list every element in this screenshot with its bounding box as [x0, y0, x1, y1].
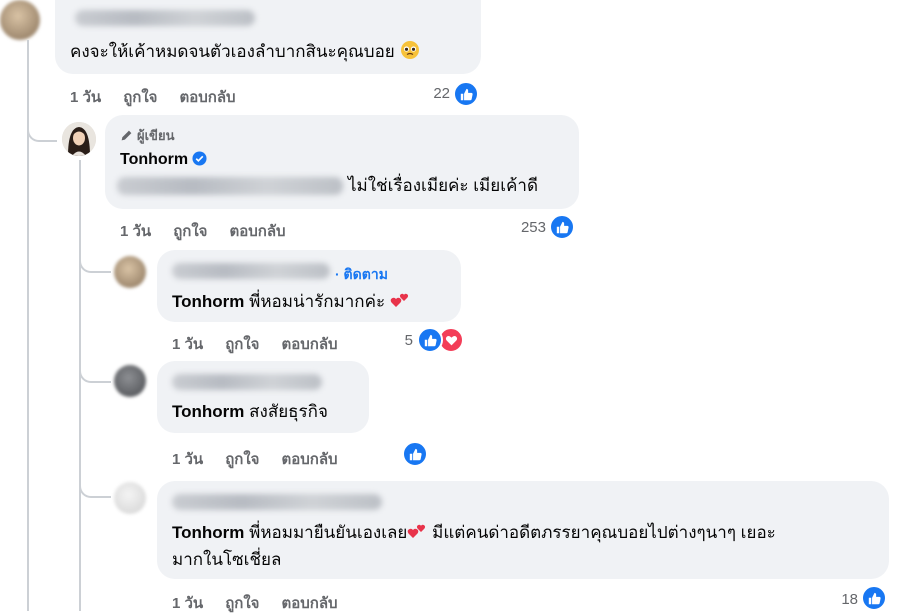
- like-reaction-icon[interactable]: [402, 441, 428, 467]
- pleading-face-icon: [400, 40, 420, 66]
- comment-bubble: คงจะให้เค้าหมดจนตัวเองลำบากสินะคุณบอย: [55, 0, 481, 74]
- mention[interactable]: Tonhorm: [172, 292, 244, 311]
- reply-button[interactable]: ตอบกลับ: [179, 89, 235, 106]
- comment-text: คงจะให้เค้าหมดจนตัวเองลำบากสินะคุณบอย: [70, 40, 420, 66]
- mention[interactable]: Tonhorm: [172, 523, 244, 542]
- like-button[interactable]: ถูกใจ: [225, 451, 259, 468]
- comment-bubble: Tonhorm สงสัยธุรกิจ: [157, 361, 369, 433]
- like-button[interactable]: ถูกใจ: [225, 595, 259, 612]
- reaction-count[interactable]: 22: [416, 85, 450, 102]
- mention[interactable]: [117, 177, 343, 195]
- avatar[interactable]: [114, 365, 146, 397]
- reply-button[interactable]: ตอบกลับ: [281, 595, 337, 612]
- comment-text: Tonhorm พี่หอมมายืนยันเองเลย มีแต่คนด่าอ…: [172, 521, 776, 547]
- thread-connector: [79, 460, 111, 498]
- like-reaction-icon[interactable]: [549, 214, 575, 240]
- timestamp[interactable]: 1 วัน: [70, 89, 101, 106]
- author-badge: ผู้เขียน: [120, 125, 174, 146]
- like-reaction-icon[interactable]: [861, 585, 887, 611]
- comment-text: Tonhorm พี่หอมน่ารักมากค่ะ: [172, 290, 410, 316]
- author-name[interactable]: Tonhorm: [120, 149, 207, 173]
- timestamp[interactable]: 1 วัน: [172, 451, 203, 468]
- comment-text: ไม่ใช่เรื่องเมียค่ะ เมียเค้าดี: [348, 176, 538, 195]
- avatar[interactable]: [114, 256, 146, 288]
- comment-actions: 1 วัน ถูกใจ ตอบกลับ: [172, 447, 360, 471]
- thread-connector: [27, 100, 57, 142]
- like-button[interactable]: ถูกใจ: [173, 223, 207, 240]
- follow-link[interactable]: · ติดตาม: [335, 264, 388, 286]
- like-reaction-icon[interactable]: [453, 81, 479, 107]
- mention[interactable]: Tonhorm: [172, 402, 244, 421]
- thread-line: [79, 160, 81, 611]
- pencil-icon: [120, 129, 133, 145]
- comment-bubble: ผู้เขียน Tonhorm ไม่ใช่เรื่องเมียค่ะ เมี…: [105, 115, 579, 209]
- avatar[interactable]: [0, 0, 40, 40]
- reaction-count[interactable]: 253: [506, 219, 546, 236]
- two-hearts-icon: [390, 290, 410, 316]
- timestamp[interactable]: 1 วัน: [120, 223, 151, 240]
- timestamp[interactable]: 1 วัน: [172, 336, 203, 353]
- comment-actions: 1 วัน ถูกใจ ตอบกลับ: [120, 219, 308, 243]
- avatar[interactable]: [62, 122, 96, 156]
- comment-actions: 1 วัน ถูกใจ ตอบกลับ: [70, 85, 258, 109]
- comment-text: Tonhorm สงสัยธุรกิจ: [172, 402, 328, 421]
- avatar[interactable]: [114, 482, 146, 514]
- timestamp[interactable]: 1 วัน: [172, 595, 203, 612]
- reaction-count[interactable]: 18: [820, 591, 858, 608]
- author-name[interactable]: [75, 10, 255, 26]
- reaction-count[interactable]: 5: [393, 332, 413, 349]
- reply-button[interactable]: ตอบกลับ: [281, 451, 337, 468]
- author-name[interactable]: [172, 374, 322, 390]
- verified-badge-icon: [192, 151, 207, 173]
- author-name[interactable]: [172, 494, 382, 510]
- two-hearts-icon: [407, 521, 427, 547]
- comment-actions: 1 วัน ถูกใจ ตอบกลับ: [172, 591, 360, 615]
- comment-bubble: Tonhorm พี่หอมมายืนยันเองเลย มีแต่คนด่าอ…: [157, 481, 889, 579]
- thread-connector: [79, 235, 111, 273]
- like-button[interactable]: ถูกใจ: [225, 336, 259, 353]
- comment-actions: 1 วัน ถูกใจ ตอบกลับ: [172, 332, 360, 356]
- reply-button[interactable]: ตอบกลับ: [229, 223, 285, 240]
- like-button[interactable]: ถูกใจ: [123, 89, 157, 106]
- like-reaction-icon[interactable]: [417, 327, 443, 353]
- comment-text-line2: มากในโซเชี่ยล: [172, 550, 282, 569]
- author-name[interactable]: [172, 263, 330, 279]
- reply-button[interactable]: ตอบกลับ: [281, 336, 337, 353]
- comment-bubble: · ติดตาม Tonhorm พี่หอมน่ารักมากค่ะ: [157, 250, 461, 322]
- thread-connector: [79, 345, 111, 383]
